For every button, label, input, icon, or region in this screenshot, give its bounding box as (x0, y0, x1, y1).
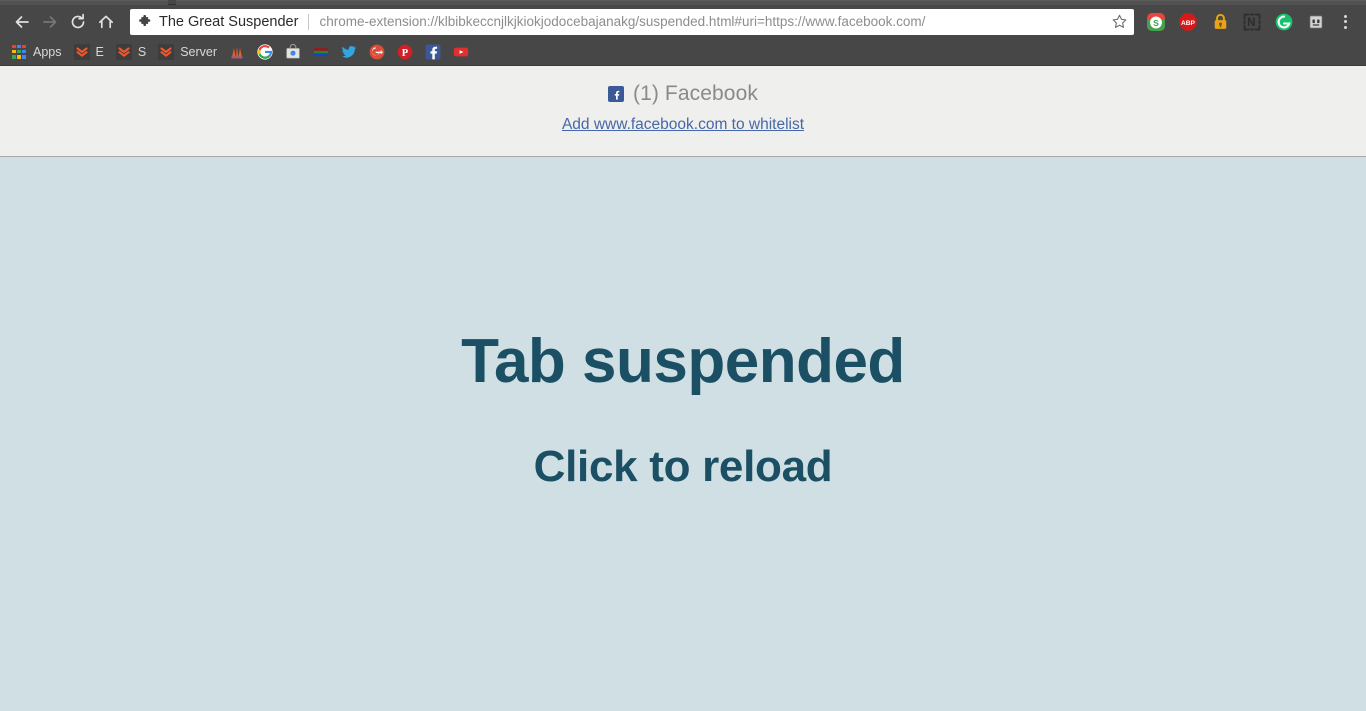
browser-toolbar: The Great Suspender chrome-extension://k… (0, 5, 1366, 38)
tab-strip[interactable] (0, 0, 1366, 5)
tab-active[interactable] (176, 0, 1366, 5)
bookmark-label: Server (180, 44, 218, 59)
google-plus-icon (369, 44, 385, 60)
svg-text:N: N (1247, 17, 1255, 29)
bookmark-webstore[interactable] (280, 41, 306, 63)
facebook-favicon (608, 86, 625, 102)
twitter-bird-icon (341, 44, 357, 60)
extension-icon-strip: S ABP N (1140, 8, 1358, 36)
orange-chevron-icon (158, 43, 175, 60)
page-title: (1) Facebook (633, 82, 758, 105)
bookmark-youtube[interactable] (448, 41, 474, 63)
pinterest-p-icon: P (397, 44, 413, 60)
rgb-stripes-icon (313, 44, 329, 60)
bookmark-label: Apps (33, 44, 62, 59)
bookmark-googleplus[interactable] (364, 41, 390, 63)
bookmarks-bar: Apps E S Server P (0, 38, 1366, 66)
home-icon[interactable] (92, 8, 120, 36)
adblock-plus-icon[interactable]: ABP (1172, 8, 1204, 36)
bookmark-facebook[interactable] (420, 41, 446, 63)
suspended-title-row: (1) Facebook (608, 82, 758, 106)
puzzle-piece-icon (138, 14, 152, 29)
click-to-reload-text[interactable]: Click to reload (534, 445, 833, 489)
orange-chevron-icon (115, 43, 132, 60)
nimbus-screenshot-icon[interactable]: N (1236, 8, 1268, 36)
suspended-page-body[interactable]: Tab suspended Click to reload (0, 157, 1366, 711)
bookmark-label: E (95, 44, 104, 59)
apps-shortcut[interactable]: Apps (6, 41, 67, 63)
bookmark-stripes[interactable] (308, 41, 334, 63)
back-arrow-icon[interactable] (8, 8, 36, 36)
svg-text:P: P (402, 48, 409, 59)
add-to-whitelist-link[interactable]: Add www.facebook.com to whitelist (562, 116, 804, 134)
omnibox-divider (308, 13, 310, 30)
omnibox-url-text[interactable]: chrome-extension://klbibkeccnjlkjkiokjod… (319, 14, 1105, 29)
reload-icon[interactable] (64, 8, 92, 36)
bookmark-server[interactable]: Server (153, 41, 222, 63)
suspended-page-header: (1) Facebook Add www.facebook.com to whi… (0, 66, 1366, 157)
forward-arrow-icon (36, 8, 64, 36)
three-dot-menu-icon[interactable] (1332, 8, 1358, 36)
youtube-play-icon (453, 44, 469, 60)
svg-text:ABP: ABP (1181, 19, 1196, 26)
bookmark-e[interactable]: E (69, 41, 109, 63)
bookmark-label: S (137, 44, 147, 59)
address-bar[interactable]: The Great Suspender chrome-extension://k… (130, 8, 1134, 35)
svg-text:S: S (1153, 18, 1159, 28)
browser-chrome: The Great Suspender chrome-extension://k… (0, 0, 1366, 66)
chrome-web-store-icon (285, 43, 301, 60)
facebook-f-icon (425, 44, 441, 60)
tab-inactive[interactable] (0, 0, 168, 5)
bookmark-google[interactable] (252, 41, 278, 63)
bookmark-s[interactable]: S (111, 41, 151, 63)
padlock-extension-icon[interactable] (1204, 8, 1236, 36)
star-outline-icon[interactable] (1111, 13, 1128, 30)
orange-chevron-icon (73, 43, 90, 60)
stylish-extension-icon[interactable]: S (1140, 8, 1172, 36)
orange-temple-icon (229, 44, 245, 60)
grammarly-icon[interactable] (1268, 8, 1300, 36)
bookmark-prabhu[interactable] (224, 41, 250, 63)
suspended-page: (1) Facebook Add www.facebook.com to whi… (0, 66, 1366, 711)
google-g-icon (257, 43, 273, 60)
omnibox-extension-name: The Great Suspender (159, 13, 299, 30)
apps-grid-icon (11, 44, 27, 60)
robot-extension-icon[interactable] (1300, 8, 1332, 36)
suspended-heading: Tab suspended (461, 327, 905, 396)
bookmark-twitter[interactable] (336, 41, 362, 63)
bookmark-pinterest[interactable]: P (392, 41, 418, 63)
